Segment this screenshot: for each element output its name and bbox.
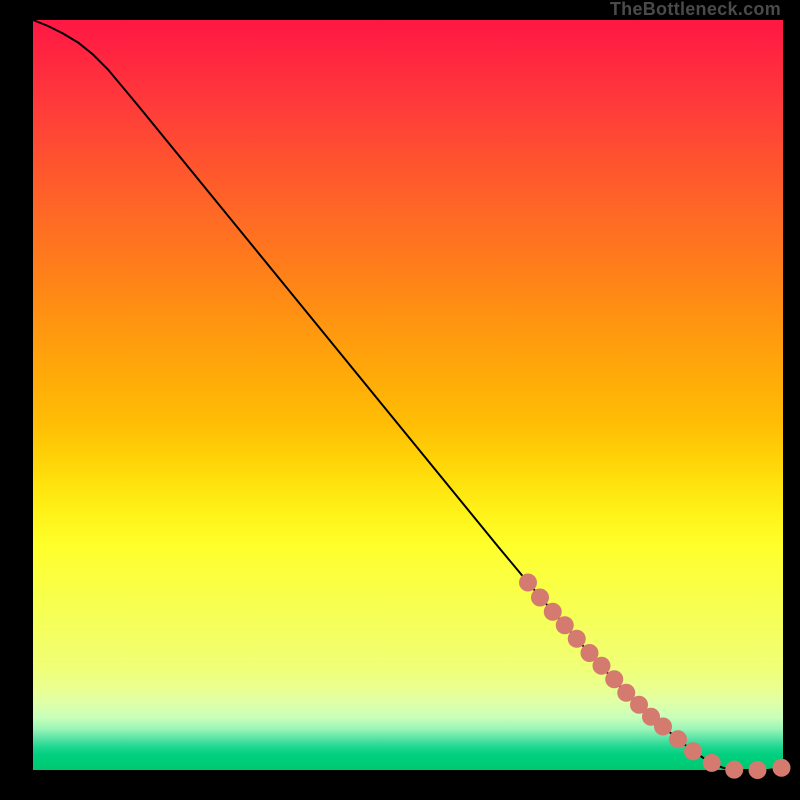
data-marker bbox=[568, 630, 586, 648]
bottleneck-curve bbox=[33, 20, 783, 770]
data-marker bbox=[669, 730, 687, 748]
data-marker bbox=[593, 657, 611, 675]
watermark-label: TheBottleneck.com bbox=[610, 0, 781, 20]
data-marker bbox=[544, 603, 562, 621]
data-marker bbox=[703, 754, 721, 772]
data-marker bbox=[749, 761, 767, 779]
data-marker bbox=[773, 759, 791, 777]
data-markers-group bbox=[519, 574, 791, 780]
data-marker bbox=[725, 761, 743, 779]
chart-svg-layer bbox=[33, 20, 783, 770]
data-marker bbox=[556, 616, 574, 634]
data-marker bbox=[531, 589, 549, 607]
data-marker bbox=[654, 718, 672, 736]
data-marker bbox=[684, 742, 702, 760]
data-marker bbox=[519, 574, 537, 592]
chart-stage: TheBottleneck.com bbox=[0, 0, 800, 800]
data-marker bbox=[605, 670, 623, 688]
